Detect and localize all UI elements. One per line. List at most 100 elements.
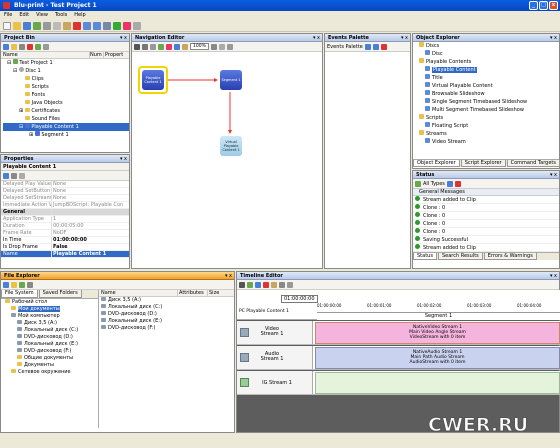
split-icon[interactable]: [255, 281, 261, 288]
refresh-icon[interactable]: [19, 281, 25, 288]
pointer-icon[interactable]: [239, 281, 245, 288]
track-ig[interactable]: IG Stream 1: [237, 371, 560, 395]
folder-tree-item[interactable]: Рабочий стол: [3, 299, 98, 306]
tree-item-java-objects[interactable]: Java Objects: [3, 99, 129, 107]
align-icon[interactable]: [210, 43, 217, 50]
property-value[interactable]: 1: [51, 216, 129, 222]
close-icon[interactable]: ▾ x: [120, 155, 127, 163]
timecode-input[interactable]: 01:00:00:00: [281, 295, 318, 303]
property-pages-icon[interactable]: [19, 172, 25, 179]
categorized-icon[interactable]: [3, 172, 9, 179]
add-icon[interactable]: [35, 43, 41, 50]
zoom-icon[interactable]: [279, 281, 285, 288]
object-tree-item[interactable]: Playable Content: [415, 66, 559, 74]
status-message[interactable]: Clone : 0: [413, 220, 559, 228]
marker-icon[interactable]: [271, 281, 277, 288]
property-value[interactable]: False: [51, 244, 129, 250]
tree-item-scripts[interactable]: Scripts: [3, 83, 129, 91]
close-icon[interactable]: ▾ x: [401, 34, 408, 42]
folder-tree-item[interactable]: DVD-дисковод (D:): [3, 334, 98, 341]
folder-tree-item[interactable]: Общие документы: [3, 355, 98, 362]
up-folder-icon[interactable]: [11, 281, 17, 288]
undo-icon[interactable]: [83, 21, 91, 30]
save-all-icon[interactable]: [33, 21, 41, 30]
folder-tree-item[interactable]: DVD-дисковод (F:): [3, 348, 98, 355]
add-track-icon[interactable]: [247, 281, 253, 288]
tree-item-playable-content[interactable]: ⊟ Playable Content 1: [3, 123, 129, 131]
redo-icon[interactable]: [93, 21, 101, 30]
col-properties[interactable]: Propert: [103, 52, 123, 58]
property-value[interactable]: NoDF: [51, 230, 129, 236]
tree-item-clips[interactable]: Clips: [3, 75, 129, 83]
status-message[interactable]: Stream added to Clip: [413, 196, 559, 204]
filter-icon[interactable]: [415, 180, 421, 187]
property-row[interactable]: Immediate Action Val JumpBDScript: Playab…: [1, 202, 129, 209]
object-tree-item[interactable]: Browsable Slideshow: [415, 90, 559, 98]
tab-command-targets[interactable]: Command Targets: [506, 160, 560, 167]
properties-icon[interactable]: [43, 43, 49, 50]
file-list-item[interactable]: DVD-дисковод (D:): [101, 311, 234, 318]
grid-icon[interactable]: [182, 43, 188, 50]
col-name[interactable]: Name: [1, 52, 89, 58]
audio-clip[interactable]: NativeAudio Stream 1 Main Path Audio Str…: [315, 347, 560, 369]
folder-icon[interactable]: [11, 43, 17, 50]
print-icon[interactable]: [226, 43, 233, 50]
settings-icon[interactable]: [133, 21, 141, 30]
property-value[interactable]: None: [51, 195, 129, 201]
folder-tree-item[interactable]: Диск 3,5 (A:): [3, 320, 98, 327]
object-tree-item[interactable]: Streams: [415, 130, 559, 138]
menu-file[interactable]: File: [4, 11, 12, 20]
play-icon[interactable]: [113, 21, 121, 30]
tab-script-explorer[interactable]: Script Explorer: [460, 160, 506, 167]
minimize-button[interactable]: _: [529, 1, 538, 10]
property-row[interactable]: Is Drop Frame False: [1, 244, 129, 251]
node-playable-content[interactable]: Playable Content 1: [142, 70, 164, 90]
status-message[interactable]: Clone : 0: [413, 228, 559, 236]
import-icon[interactable]: [19, 43, 25, 50]
object-tree-item[interactable]: Floating Script: [415, 122, 559, 130]
maximize-button[interactable]: □: [539, 1, 548, 10]
link-icon[interactable]: [142, 43, 148, 50]
object-tree-item[interactable]: Scripts: [415, 114, 559, 122]
paste-icon[interactable]: [63, 21, 71, 30]
menu-view[interactable]: View: [36, 11, 48, 20]
tab-status[interactable]: Status: [413, 253, 437, 260]
col-size[interactable]: Size: [207, 290, 219, 296]
property-value[interactable]: 01:00:00:00: [51, 237, 129, 243]
property-row[interactable]: Frame Rate NoDF: [1, 230, 129, 237]
tab-object-explorer[interactable]: Object Explorer: [413, 160, 460, 167]
move-up-icon[interactable]: [364, 43, 371, 50]
delete-icon[interactable]: [73, 21, 81, 30]
delete-icon[interactable]: [27, 43, 33, 50]
new-icon[interactable]: [3, 21, 11, 30]
close-icon[interactable]: ▾ x: [550, 272, 557, 280]
property-value[interactable]: None: [51, 188, 129, 194]
folder-tree-item[interactable]: Документы: [3, 362, 98, 369]
folder-tree-item[interactable]: Мой компьютер: [3, 313, 98, 320]
menu-help[interactable]: Help: [74, 11, 85, 20]
close-icon[interactable]: ▾ x: [225, 272, 232, 280]
object-tree-item[interactable]: Virtual Playable Content: [415, 82, 559, 90]
alphabetical-icon[interactable]: [11, 172, 17, 179]
col-num[interactable]: Num: [89, 52, 103, 58]
property-value[interactable]: None: [51, 181, 129, 187]
folder-tree-item[interactable]: Локальный диск (E:): [3, 341, 98, 348]
close-icon[interactable]: ▾ x: [313, 34, 320, 42]
back-icon[interactable]: [3, 281, 9, 288]
folder-tree-item[interactable]: Мои документы: [3, 306, 98, 313]
property-row[interactable]: Name Playable Content 1: [1, 251, 129, 258]
node-virtual-playable-content[interactable]: Virtual Playable Content 1: [220, 136, 242, 156]
menu-edit[interactable]: Edit: [19, 11, 29, 20]
move-down-icon[interactable]: [372, 43, 379, 50]
file-list-item[interactable]: Локальный диск (C:): [101, 304, 234, 311]
menu-tools[interactable]: Tools: [55, 11, 67, 20]
file-list-item[interactable]: Диск 3,5 (A:): [101, 297, 234, 304]
tree-item-segment[interactable]: ⊞ Segment 1: [3, 131, 129, 139]
save-icon[interactable]: [23, 21, 31, 30]
save-log-icon[interactable]: [446, 180, 453, 187]
status-message[interactable]: Clone : 0: [413, 204, 559, 212]
navigation-canvas[interactable]: Playable Content 1 Segment 1 Virtual Pla…: [132, 52, 322, 268]
fit-icon[interactable]: [174, 43, 180, 50]
pointer-icon[interactable]: [134, 43, 140, 50]
folder-tree-item[interactable]: Локальный диск (C:): [3, 327, 98, 334]
